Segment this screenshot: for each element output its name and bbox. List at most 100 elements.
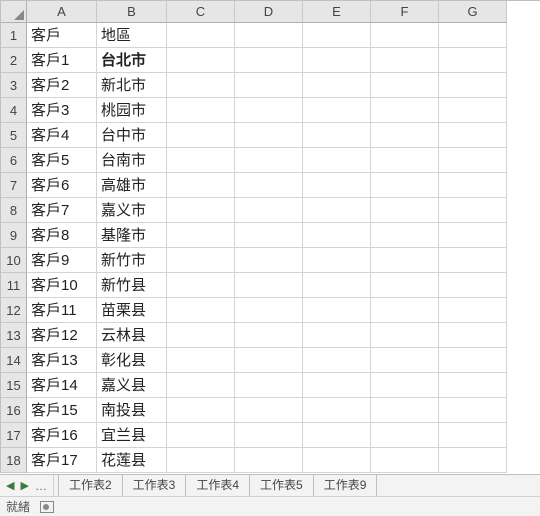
row-header-1[interactable]: 1 — [1, 23, 27, 48]
select-all-corner[interactable] — [1, 1, 27, 23]
cell-F13[interactable] — [371, 323, 439, 348]
cell-B15[interactable]: 嘉义县 — [97, 373, 167, 398]
cell-E9[interactable] — [303, 223, 371, 248]
row-header-8[interactable]: 8 — [1, 198, 27, 223]
cell-B16[interactable]: 南投县 — [97, 398, 167, 423]
cell-A1[interactable]: 客戶 — [27, 23, 97, 48]
cell-G2[interactable] — [439, 48, 507, 73]
row-header-13[interactable]: 13 — [1, 323, 27, 348]
cell-F12[interactable] — [371, 298, 439, 323]
cell-A9[interactable]: 客戶8 — [27, 223, 97, 248]
cell-F11[interactable] — [371, 273, 439, 298]
cell-C6[interactable] — [167, 148, 235, 173]
cell-B13[interactable]: 云林县 — [97, 323, 167, 348]
cell-F2[interactable] — [371, 48, 439, 73]
cell-E2[interactable] — [303, 48, 371, 73]
cell-F17[interactable] — [371, 423, 439, 448]
cell-C5[interactable] — [167, 123, 235, 148]
cell-G12[interactable] — [439, 298, 507, 323]
cell-D12[interactable] — [235, 298, 303, 323]
cell-A12[interactable]: 客戶11 — [27, 298, 97, 323]
column-header-F[interactable]: F — [371, 1, 439, 23]
cell-B2[interactable]: 台北市 — [97, 48, 167, 73]
column-header-B[interactable]: B — [97, 1, 167, 23]
cell-A15[interactable]: 客戶14 — [27, 373, 97, 398]
cell-A3[interactable]: 客戶2 — [27, 73, 97, 98]
cell-C16[interactable] — [167, 398, 235, 423]
cell-A16[interactable]: 客戶15 — [27, 398, 97, 423]
cell-E5[interactable] — [303, 123, 371, 148]
cell-B4[interactable]: 桃园市 — [97, 98, 167, 123]
cell-B18[interactable]: 花莲县 — [97, 448, 167, 473]
column-header-D[interactable]: D — [235, 1, 303, 23]
cell-E1[interactable] — [303, 23, 371, 48]
cell-B12[interactable]: 苗栗县 — [97, 298, 167, 323]
row-header-17[interactable]: 17 — [1, 423, 27, 448]
macro-record-icon[interactable] — [40, 501, 54, 513]
cell-B10[interactable]: 新竹市 — [97, 248, 167, 273]
cell-F18[interactable] — [371, 448, 439, 473]
cell-C13[interactable] — [167, 323, 235, 348]
cell-F1[interactable] — [371, 23, 439, 48]
cell-C10[interactable] — [167, 248, 235, 273]
cell-G5[interactable] — [439, 123, 507, 148]
column-header-E[interactable]: E — [303, 1, 371, 23]
cell-D3[interactable] — [235, 73, 303, 98]
row-header-14[interactable]: 14 — [1, 348, 27, 373]
cell-A18[interactable]: 客戶17 — [27, 448, 97, 473]
cell-D11[interactable] — [235, 273, 303, 298]
row-header-18[interactable]: 18 — [1, 448, 27, 473]
cell-D4[interactable] — [235, 98, 303, 123]
column-header-C[interactable]: C — [167, 1, 235, 23]
row-header-12[interactable]: 12 — [1, 298, 27, 323]
cell-A14[interactable]: 客戶13 — [27, 348, 97, 373]
cell-E17[interactable] — [303, 423, 371, 448]
cell-B1[interactable]: 地區 — [97, 23, 167, 48]
cell-D13[interactable] — [235, 323, 303, 348]
cell-A7[interactable]: 客戶6 — [27, 173, 97, 198]
cell-E18[interactable] — [303, 448, 371, 473]
cell-B5[interactable]: 台中市 — [97, 123, 167, 148]
cell-G10[interactable] — [439, 248, 507, 273]
cell-B11[interactable]: 新竹县 — [97, 273, 167, 298]
cell-E11[interactable] — [303, 273, 371, 298]
row-header-2[interactable]: 2 — [1, 48, 27, 73]
cell-F9[interactable] — [371, 223, 439, 248]
cell-A17[interactable]: 客戶16 — [27, 423, 97, 448]
sheet-nav-next-icon[interactable]: ▶ — [20, 479, 28, 492]
row-header-6[interactable]: 6 — [1, 148, 27, 173]
cell-D9[interactable] — [235, 223, 303, 248]
cell-C2[interactable] — [167, 48, 235, 73]
sheet-nav-more-icon[interactable]: … — [35, 479, 47, 493]
sheet-nav-prev-icon[interactable]: ◀ — [6, 479, 14, 492]
cell-F4[interactable] — [371, 98, 439, 123]
cell-C8[interactable] — [167, 198, 235, 223]
cell-E8[interactable] — [303, 198, 371, 223]
cell-G13[interactable] — [439, 323, 507, 348]
cell-E7[interactable] — [303, 173, 371, 198]
cell-G18[interactable] — [439, 448, 507, 473]
cell-G9[interactable] — [439, 223, 507, 248]
row-header-15[interactable]: 15 — [1, 373, 27, 398]
row-header-9[interactable]: 9 — [1, 223, 27, 248]
cell-E15[interactable] — [303, 373, 371, 398]
cell-A2[interactable]: 客戶1 — [27, 48, 97, 73]
cell-B3[interactable]: 新北市 — [97, 73, 167, 98]
cell-E10[interactable] — [303, 248, 371, 273]
cell-E16[interactable] — [303, 398, 371, 423]
cell-C7[interactable] — [167, 173, 235, 198]
row-header-5[interactable]: 5 — [1, 123, 27, 148]
sheet-tab-工作表9[interactable]: 工作表9 — [314, 475, 378, 496]
cell-G8[interactable] — [439, 198, 507, 223]
cell-D16[interactable] — [235, 398, 303, 423]
cell-F7[interactable] — [371, 173, 439, 198]
row-header-16[interactable]: 16 — [1, 398, 27, 423]
cell-G7[interactable] — [439, 173, 507, 198]
cell-G6[interactable] — [439, 148, 507, 173]
cell-C9[interactable] — [167, 223, 235, 248]
cell-E4[interactable] — [303, 98, 371, 123]
cell-B17[interactable]: 宜兰县 — [97, 423, 167, 448]
cell-D15[interactable] — [235, 373, 303, 398]
sheet-tab-工作表5[interactable]: 工作表5 — [250, 475, 314, 496]
sheet-tab-工作表3[interactable]: 工作表3 — [123, 475, 187, 496]
